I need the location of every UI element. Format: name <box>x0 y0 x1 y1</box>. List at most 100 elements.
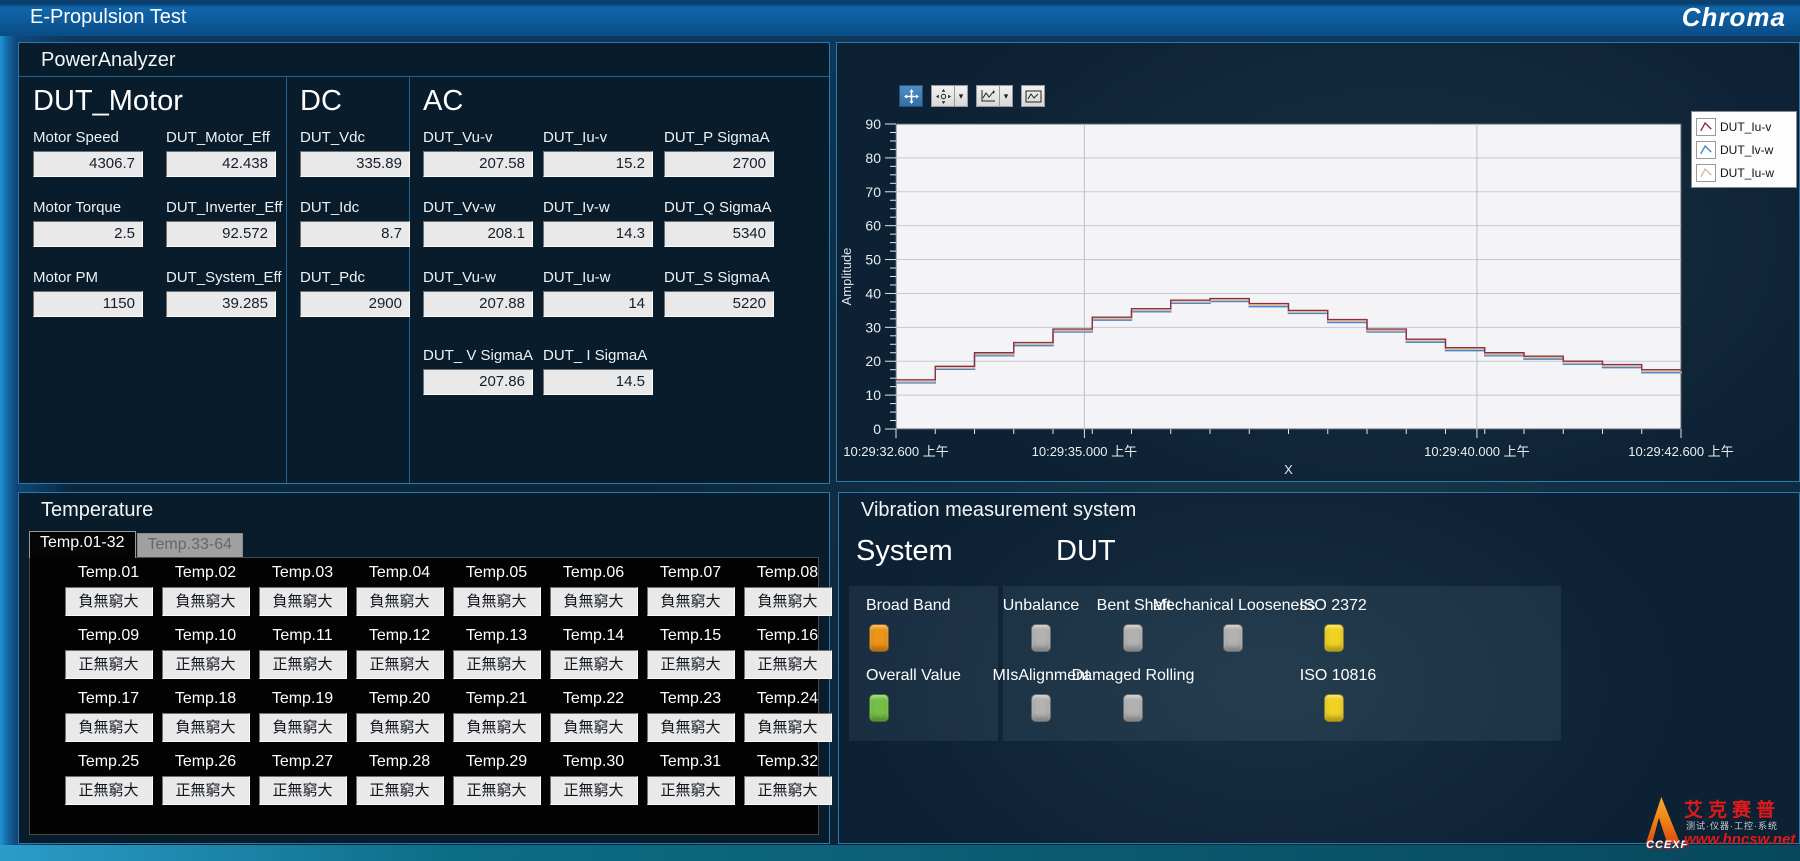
svg-text:10:29:42.600 上午: 10:29:42.600 上午 <box>1628 444 1734 459</box>
temp-label: Temp.05 <box>466 564 527 587</box>
waveform-chart-svg[interactable]: 010203040506070809010:29:32.600 上午10:29:… <box>837 43 1800 483</box>
pan-tool[interactable] <box>931 85 955 107</box>
zoom-tool-dropdown[interactable]: ▾ <box>1000 85 1013 107</box>
field-label: DUT_P SigmaA <box>664 129 804 151</box>
pan-tool-dropdown[interactable]: ▾ <box>955 85 968 107</box>
temp-label: Temp.02 <box>175 564 236 587</box>
group-fields: DUT_Vdc335.89DUT_Idc8.7DUT_Pdc2900 <box>300 129 420 339</box>
temperature-title: Temperature <box>41 499 153 522</box>
field-label: DUT_Q SigmaA <box>664 199 804 221</box>
temp-label: Temp.30 <box>563 753 624 776</box>
temp-label: Temp.17 <box>78 690 139 713</box>
svg-text:10:29:40.000 上午: 10:29:40.000 上午 <box>1424 444 1530 459</box>
numeric-indicator: 5340 <box>664 221 774 247</box>
indicator-label: ISO 10816 <box>1300 667 1377 685</box>
numeric-indicator: 2900 <box>300 291 410 317</box>
temp-indicator: 正無窮大 <box>162 776 250 805</box>
temp-label: Temp.19 <box>272 690 333 713</box>
power-group-dut-motor: DUT_MotorMotor Speed4306.7DUT_Motor_Eff4… <box>19 77 287 483</box>
temp-cell: Temp.02負無窮大 <box>162 564 250 627</box>
field: DUT_Iu-v15.2 <box>543 129 664 199</box>
legend-label: DUT_Iu-v <box>1720 120 1771 134</box>
temp-indicator: 負無窮大 <box>162 587 250 616</box>
svg-text:0: 0 <box>873 421 881 437</box>
temp-label: Temp.11 <box>272 627 332 650</box>
temp-cell: Temp.01負無窮大 <box>65 564 153 627</box>
legend-item[interactable]: DUT_Iu-v <box>1694 115 1794 138</box>
svg-text:40: 40 <box>865 285 881 301</box>
group-title: AC <box>423 85 463 118</box>
field: DUT_P SigmaA2700 <box>664 129 804 199</box>
indicator-label: Damaged Rolling <box>1072 667 1195 685</box>
temp-label: Temp.04 <box>369 564 430 587</box>
numeric-indicator: 207.58 <box>423 151 533 177</box>
temp-label: Temp.14 <box>563 627 624 650</box>
temp-cell: Temp.03負無窮大 <box>259 564 347 627</box>
temp-cell: Temp.22負無窮大 <box>550 690 638 753</box>
temp-indicator: 正無窮大 <box>65 650 153 679</box>
legend-item[interactable]: DUT_Iv-w <box>1694 138 1794 161</box>
led-indicator <box>1031 624 1051 652</box>
temp-label: Temp.09 <box>78 627 139 650</box>
temp-indicator: 正無窮大 <box>356 650 444 679</box>
temp-cell: Temp.25正無窮大 <box>65 753 153 816</box>
temp-indicator: 負無窮大 <box>65 587 153 616</box>
temp-cell: Temp.06負無窮大 <box>550 564 638 627</box>
temp-label: Temp.29 <box>466 753 527 776</box>
temp-cell: Temp.15正無窮大 <box>647 627 735 690</box>
zoom-tool[interactable] <box>976 85 1000 107</box>
temp-indicator: 負無窮大 <box>647 713 735 742</box>
cursor-move-tool[interactable] <box>899 85 923 107</box>
temp-cell: Temp.11正無窮大 <box>259 627 347 690</box>
legend-item[interactable]: DUT_Iu-w <box>1694 161 1794 184</box>
temp-label: Temp.06 <box>563 564 624 587</box>
temp-indicator: 正無窮大 <box>65 776 153 805</box>
temp-label: Temp.08 <box>757 564 818 587</box>
temp-label: Temp.21 <box>466 690 527 713</box>
temp-indicator: 負無窮大 <box>65 713 153 742</box>
indicator-label: Unbalance <box>1003 597 1080 615</box>
indicator-label: Overall Value <box>866 667 961 685</box>
temp-cell: Temp.27正無窮大 <box>259 753 347 816</box>
temp-indicator: 負無窮大 <box>162 713 250 742</box>
temp-indicator: 正無窮大 <box>259 776 347 805</box>
temp-cell: Temp.04負無窮大 <box>356 564 444 627</box>
field-label: DUT_Inverter_Eff <box>166 199 294 221</box>
power-group-dc: DCDUT_Vdc335.89DUT_Idc8.7DUT_Pdc2900 <box>286 77 410 483</box>
temp-cell: Temp.24負無窮大 <box>744 690 832 753</box>
temp-cell: Temp.31正無窮大 <box>647 753 735 816</box>
temp-cell: Temp.19負無窮大 <box>259 690 347 753</box>
temp-indicator: 負無窮大 <box>453 587 541 616</box>
svg-text:10:29:32.600 上午: 10:29:32.600 上午 <box>843 444 949 459</box>
field-label: DUT_Iu-v <box>543 129 664 151</box>
group-fields: DUT_Vu-v207.58 DUT_Iu-v15.2DUT_P SigmaA27… <box>423 129 804 409</box>
waveform-chart[interactable]: 010203040506070809010:29:32.600 上午10:29:… <box>837 43 1800 483</box>
temp-label: Temp.32 <box>757 753 818 776</box>
temp-label: Temp.20 <box>369 690 430 713</box>
vibration-panel: Vibration measurement system System DUT … <box>838 492 1800 844</box>
field: DUT_Pdc2900 <box>300 269 420 339</box>
field: DUT_Motor_Eff42.438 <box>166 129 294 199</box>
field: Motor Torque2.5 <box>33 199 166 269</box>
field: DUT_Vv-w208.1 <box>423 199 543 269</box>
temp-label: Temp.25 <box>78 753 139 776</box>
temp-label: Temp.28 <box>369 753 430 776</box>
temp-label: Temp.10 <box>175 627 236 650</box>
temp-label: Temp.16 <box>757 627 818 650</box>
field-label: DUT_Pdc <box>300 269 420 291</box>
temp-label: Temp.07 <box>660 564 721 587</box>
plot-snapshot-tool[interactable] <box>1021 85 1045 107</box>
plot-legend: DUT_Iu-v DUT_Iv-w DUT_Iu-w <box>1691 111 1797 188</box>
power-analyzer-title: PowerAnalyzer <box>41 49 176 72</box>
temp-label: Temp.03 <box>272 564 333 587</box>
legend-label: DUT_Iv-w <box>1720 143 1773 157</box>
svg-text:60: 60 <box>865 218 881 234</box>
temp-cell: Temp.16正無窮大 <box>744 627 832 690</box>
field-label: DUT_Vu-v <box>423 129 543 151</box>
temperature-tab-content: Temp.01負無窮大Temp.02負無窮大Temp.03負無窮大Temp.04… <box>29 557 819 835</box>
temp-label: Temp.18 <box>175 690 236 713</box>
tab-temp-01-32[interactable]: Temp.01-32 <box>29 531 136 558</box>
temp-cell: Temp.26正無窮大 <box>162 753 250 816</box>
tab-temp-33-64[interactable]: Temp.33-64 <box>137 533 244 558</box>
graph-tool-palette: ▾▾ <box>899 85 1045 107</box>
